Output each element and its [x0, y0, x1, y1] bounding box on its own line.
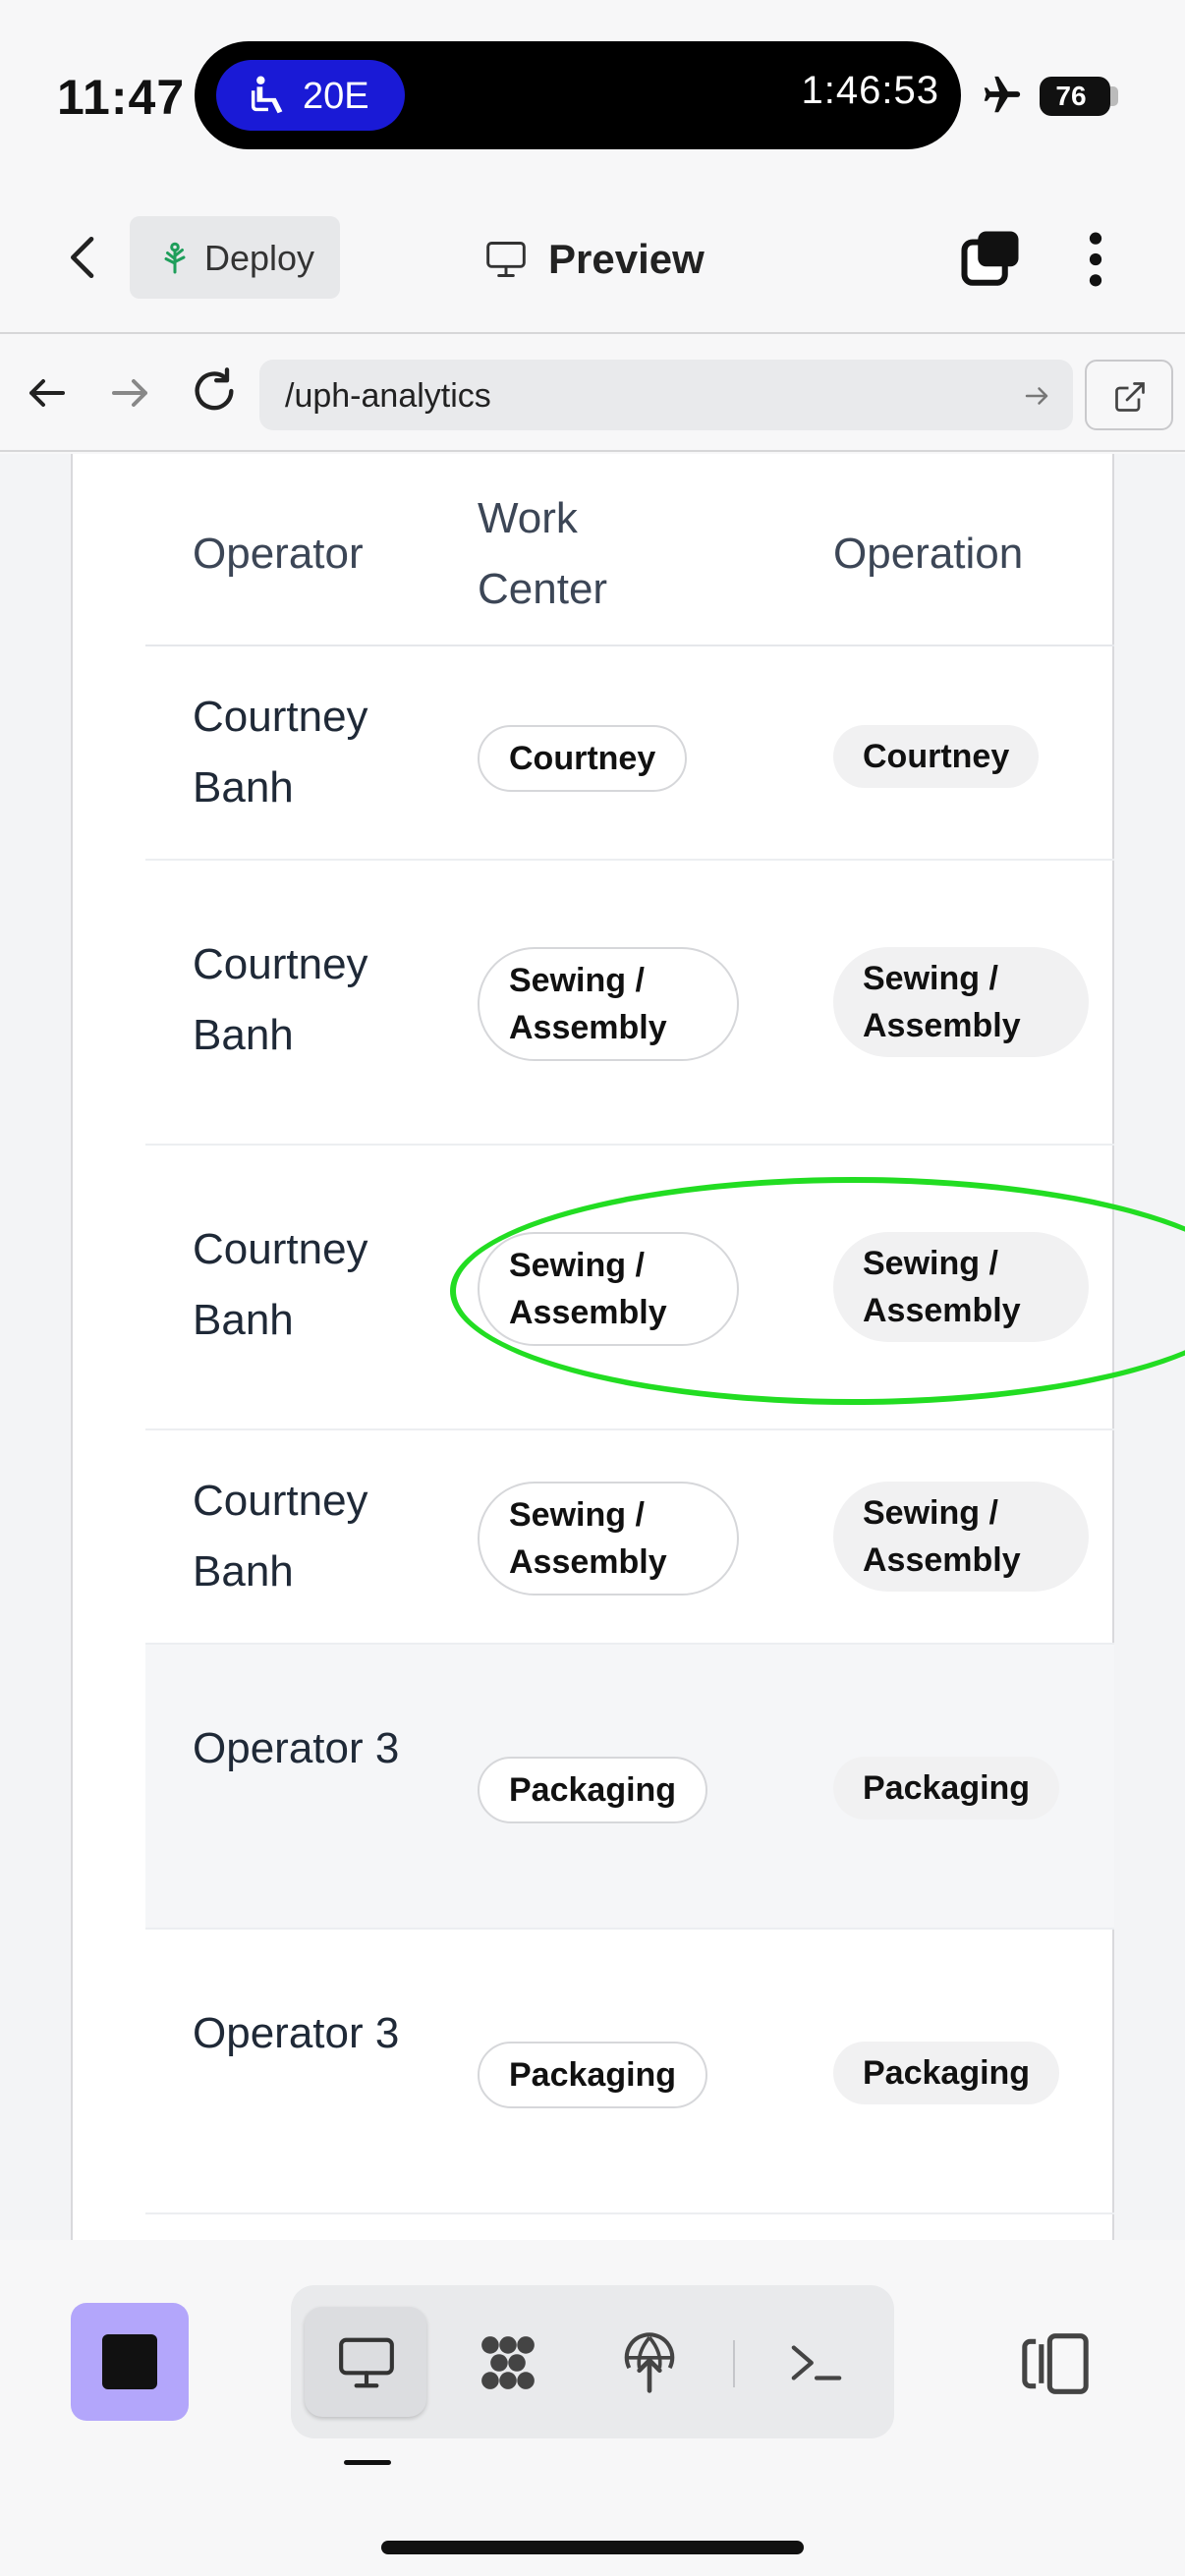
- active-tab-indicator: [344, 2460, 391, 2465]
- operator-cell: Courtney Banh: [193, 1225, 368, 1344]
- status-bar: 11:47 20E 1:46:53 76: [0, 0, 1185, 187]
- column-header-operator[interactable]: Operator: [193, 519, 364, 589]
- deploy-label: Deploy: [204, 238, 315, 278]
- home-indicator: [381, 2541, 804, 2554]
- go-arrow-icon[interactable]: [1022, 381, 1051, 411]
- toolbar-divider: [733, 2340, 735, 2387]
- battery-indicator: 76: [1040, 77, 1110, 116]
- operator-cell: Courtney Banh: [193, 693, 368, 812]
- operation-badge: Packaging: [833, 1757, 1060, 1820]
- url-text: /uph-analytics: [285, 377, 491, 415]
- operation-badge: Packaging: [833, 2042, 1060, 2104]
- operator-cell: Operator 3: [193, 1724, 400, 1772]
- browser-toolbar: /uph-analytics: [0, 336, 1185, 452]
- page-content[interactable]: Operator Work Center Operation Courtney …: [0, 454, 1185, 2240]
- url-input[interactable]: /uph-analytics: [259, 360, 1073, 430]
- seat-icon: [251, 76, 283, 114]
- terminal-icon: [791, 2345, 842, 2380]
- view-switcher: [291, 2285, 894, 2438]
- operation-badge: Sewing / Assembly: [833, 947, 1089, 1057]
- more-options-icon[interactable]: [1081, 228, 1110, 291]
- bottom-toolbar: [0, 2240, 1185, 2576]
- stop-button[interactable]: [71, 2303, 189, 2421]
- monitor-icon: [486, 242, 526, 277]
- operator-cell: Courtney Banh: [193, 1477, 368, 1596]
- nav-forward-arrow-icon[interactable]: [106, 369, 153, 417]
- table-row[interactable]: Courtney Banh Courtney Courtney: [145, 646, 1114, 861]
- back-chevron-icon[interactable]: [57, 230, 112, 285]
- operator-cell: Operator 3: [193, 2009, 400, 2057]
- reload-icon[interactable]: [189, 365, 240, 417]
- operator-cell: Courtney Banh: [193, 940, 368, 1059]
- battery-cap: [1110, 86, 1118, 106]
- work-center-badge: Sewing / Assembly: [478, 1482, 739, 1596]
- column-header-operation[interactable]: Operation: [833, 519, 1023, 589]
- deploy-tree-icon: [164, 242, 186, 274]
- operation-badge: Courtney: [833, 725, 1040, 788]
- tabs-icon[interactable]: [959, 226, 1024, 291]
- app-header: Deploy Preview: [0, 187, 1185, 334]
- operation-badge: Sewing / Assembly: [833, 1482, 1089, 1592]
- terminal-tool-button[interactable]: [755, 2307, 876, 2417]
- work-center-badge: Sewing / Assembly: [478, 947, 739, 1061]
- external-link-icon: [1115, 382, 1145, 412]
- clock: 11:47: [57, 70, 186, 125]
- nodes-tool-button[interactable]: [446, 2307, 568, 2417]
- side-panel-icon[interactable]: [1018, 2330, 1093, 2397]
- monitor-icon: [339, 2337, 394, 2388]
- table-row[interactable]: Courtney Banh Sewing / Assembly Sewing /…: [145, 861, 1114, 1146]
- stop-icon: [102, 2334, 157, 2389]
- deploy-tool-button[interactable]: [588, 2307, 709, 2417]
- column-header-work-center[interactable]: Work Center: [478, 483, 694, 625]
- seat-number: 20E: [303, 76, 369, 117]
- table-row[interactable]: Operator 3 Packaging Packaging: [145, 1645, 1114, 1930]
- deploy-globe-icon: [624, 2332, 675, 2393]
- nav-back-arrow-icon[interactable]: [24, 369, 71, 417]
- nodes-icon: [481, 2336, 535, 2389]
- open-external-button[interactable]: [1085, 360, 1173, 430]
- battery-level: 76: [1055, 81, 1087, 111]
- seat-badge: 20E: [216, 60, 405, 131]
- work-center-badge: Packaging: [478, 2042, 708, 2108]
- page-title: Preview: [548, 236, 705, 282]
- work-center-badge: Packaging: [478, 1757, 708, 1823]
- table-header: Operator Work Center Operation: [145, 454, 1114, 646]
- deploy-button[interactable]: Deploy: [130, 216, 340, 299]
- preview-tool-button[interactable]: [305, 2307, 426, 2417]
- table-row[interactable]: Operator 3 Packaging Packaging: [145, 1930, 1114, 2214]
- airplane-mode-icon: [984, 76, 1021, 113]
- table-row[interactable]: Courtney Banh Sewing / Assembly Sewing /…: [145, 1430, 1114, 1645]
- flight-timer: 1:46:53: [801, 69, 939, 112]
- work-center-badge: Courtney: [478, 725, 688, 792]
- dynamic-island[interactable]: 20E 1:46:53: [195, 41, 961, 149]
